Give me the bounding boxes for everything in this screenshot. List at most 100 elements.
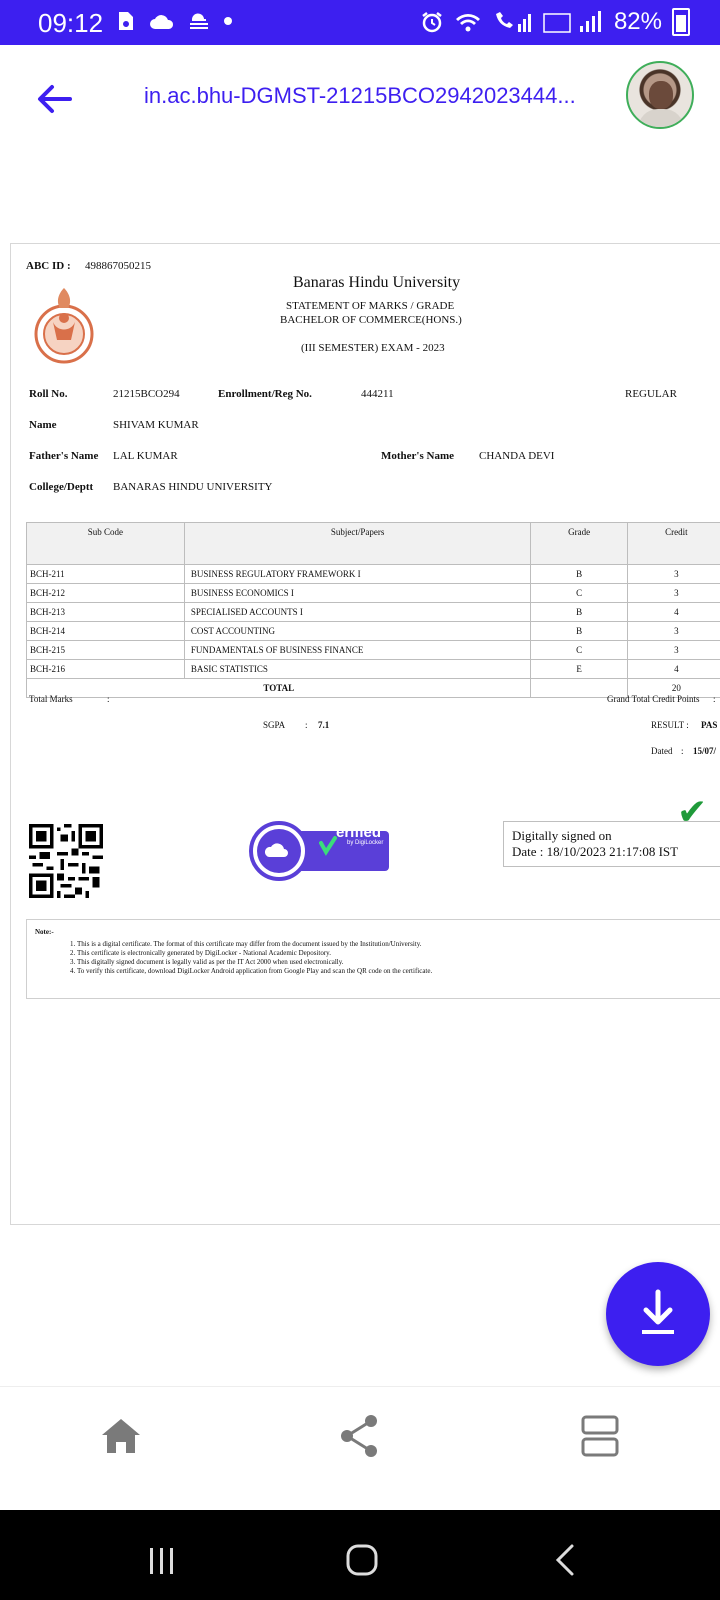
status-left-icons (115, 10, 233, 32)
marks-table-body: BCH-211 BUSINESS REGULATORY FRAMEWORK IB3… (25, 564, 720, 698)
cell-code: BCH-213 (26, 602, 185, 622)
dated-label: Dated (651, 746, 673, 756)
battery-icon (672, 8, 690, 36)
cell-subject: BUSINESS ECONOMICS I (183, 583, 532, 603)
exam-name: (III SEMESTER) EXAM - 2023 (301, 342, 445, 354)
avatar[interactable] (626, 61, 694, 129)
college-label: College/Deptt (29, 481, 94, 493)
signed-line-2: Date : 18/10/2023 21:17:08 IST (512, 844, 679, 859)
header-grade: Grade (530, 522, 628, 565)
wifi-icon (455, 14, 480, 32)
note-item: This is a digital certificate. The forma… (77, 940, 720, 949)
roll-label: Roll No. (29, 388, 68, 400)
table-row: BCH-216 BASIC STATISTICS E 4 (26, 659, 720, 679)
cell-subject: BASIC STATISTICS (183, 659, 532, 679)
verified-text: erified (336, 824, 382, 841)
father-value: LAL KUMAR (113, 450, 178, 462)
father-label: Father's Name (29, 450, 99, 462)
cell-code: BCH-216 (26, 659, 185, 679)
header-sub-code: Sub Code (26, 522, 185, 565)
arrow-left-icon[interactable] (30, 75, 78, 123)
cell-grade: B (530, 602, 628, 622)
cell-credit: 3 (626, 583, 720, 603)
call-signal-icon (495, 12, 531, 32)
status-bar: 09:12 82% (0, 0, 720, 45)
qr-code-icon[interactable] (29, 824, 103, 898)
college-value: BANARAS HINDU UNIVERSITY (113, 481, 273, 493)
cell-subject: SPECIALISED ACCOUNTS I (183, 602, 532, 622)
university-emblem-icon (34, 288, 94, 364)
app-bar: in.ac.bhu-DGMST-21215BCO2942023444... (0, 45, 720, 150)
weather-haze-icon (190, 13, 208, 29)
battery-percent: 82% (613, 8, 662, 35)
mother-label: Mother's Name (381, 450, 455, 462)
grand-total-colon: : (713, 694, 716, 704)
alarm-icon (422, 12, 442, 33)
recent-apps-icon[interactable] (142, 1540, 182, 1580)
note-label: Note:- (35, 928, 54, 936)
cell-code: BCH-215 (26, 640, 185, 660)
verified-by-text: by DigiLocker (347, 840, 384, 846)
lte-signal-icon (543, 11, 601, 33)
statement-title: STATEMENT OF MARKS / GRADE (286, 300, 455, 312)
bottom-navigation (0, 1386, 720, 1511)
home-system-icon[interactable] (342, 1540, 382, 1580)
notification-dot-icon (224, 17, 232, 25)
enroll-label: Enrollment/Reg No. (218, 388, 312, 400)
cell-credit: 3 (626, 564, 720, 584)
status-right: 82% (420, 8, 690, 36)
cloud-icon (150, 15, 174, 29)
table-row: BCH-211 BUSINESS REGULATORY FRAMEWORK IB3 (26, 564, 720, 584)
result-value: PAS (701, 720, 718, 730)
marksheet-document: ABC ID : 498867050215 Banaras Hindu Univ… (10, 243, 720, 1225)
grand-total-label: Grand Total Credit Points (607, 694, 700, 704)
status-time: 09:12 (38, 8, 104, 38)
cell-grade: B (530, 621, 628, 641)
name-value: SHIVAM KUMAR (113, 419, 199, 431)
mother-value: CHANDA DEVI (479, 450, 555, 462)
total-label: TOTAL (25, 678, 532, 698)
dated-value: 15/07/ (693, 746, 717, 756)
abc-id-value: 498867050215 (85, 260, 151, 272)
sgpa-colon: : (305, 720, 308, 730)
table-row: BCH-214 COST ACCOUNTING B 3 (26, 621, 720, 641)
note-item: This digitally signed document is legall… (77, 958, 720, 967)
cell-grade: C (530, 640, 628, 660)
file-sync-icon (119, 12, 133, 30)
dated-colon: : (681, 746, 684, 756)
result-label: RESULT : (651, 720, 689, 730)
back-system-icon[interactable] (546, 1540, 586, 1580)
total-marks-colon: : (107, 694, 110, 704)
download-icon (642, 1289, 674, 1334)
view-toggle-icon[interactable] (575, 1411, 625, 1461)
note-item: To verify this certificate, download Dig… (77, 967, 720, 976)
cell-subject: COST ACCOUNTING (183, 621, 532, 641)
university-name: Banaras Hindu University (293, 274, 461, 291)
table-row: BCH-213 SPECIALISED ACCOUNTS IB4 (26, 602, 720, 622)
header-subject: Subject/Papers (183, 522, 532, 565)
home-icon[interactable] (96, 1411, 146, 1461)
notes-box: Note:- This is a digital certificate. Th… (26, 919, 720, 999)
download-button[interactable] (606, 1262, 710, 1366)
cell-grade: C (530, 583, 628, 603)
note-item: This certificate is electronically gener… (77, 949, 720, 958)
sgpa-value: 7.1 (318, 720, 330, 730)
table-row: BCH-212 BUSINESS ECONOMICS IC3 (26, 583, 720, 603)
cell-subject: BUSINESS REGULATORY FRAMEWORK I (183, 564, 532, 584)
header-credit: Credit (626, 522, 720, 565)
marks-table: Sub Code Subject/Papers Grade Credit BCH… (25, 522, 720, 698)
document-title: in.ac.bhu-DGMST-21215BCO2942023444... (144, 83, 576, 108)
name-label: Name (29, 419, 57, 431)
roll-value: 21215BCO294 (113, 388, 180, 400)
table-header-row: Sub Code Subject/Papers Grade Credit (26, 522, 720, 565)
cell-code: BCH-212 (26, 583, 185, 603)
total-marks-label: Total Marks (29, 694, 73, 704)
cell-credit: 4 (626, 659, 720, 679)
cell-grade: B (530, 564, 628, 584)
enroll-value: 444211 (361, 388, 394, 400)
cell-credit: 4 (626, 602, 720, 622)
student-status: REGULAR (625, 388, 677, 400)
share-icon[interactable] (335, 1411, 385, 1461)
cell-code: BCH-211 (26, 564, 185, 584)
programme-name: BACHELOR OF COMMERCE(HONS.) (280, 314, 462, 326)
